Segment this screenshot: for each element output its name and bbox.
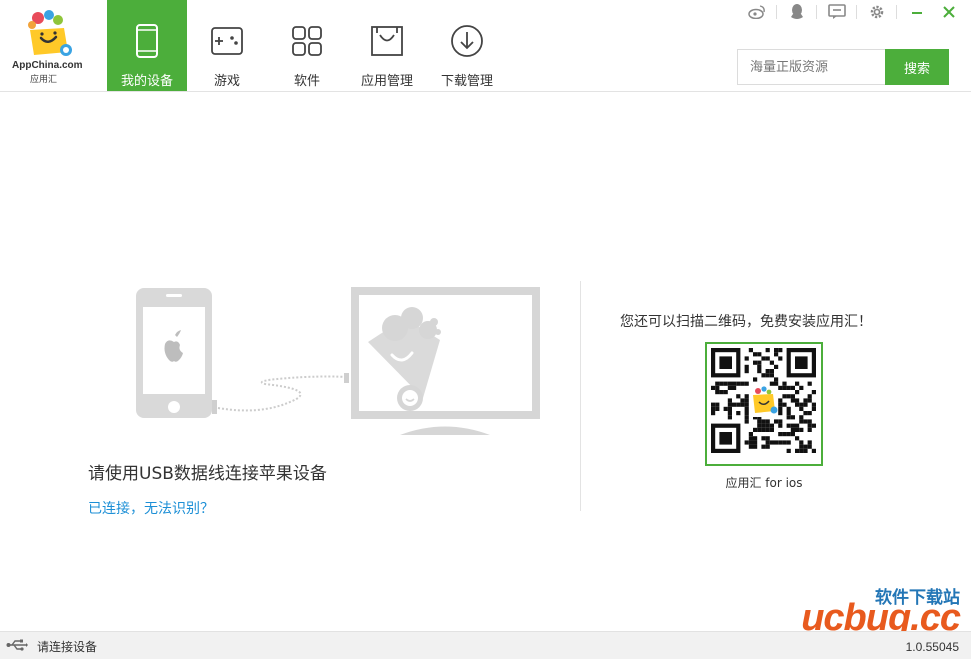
logo-subtext: 应用汇: [30, 75, 58, 85]
header: AppChina.com 应用汇 我的设备 游戏 软件 应用管理 下载管理 海量…: [0, 0, 971, 92]
gear-icon[interactable]: [864, 2, 889, 22]
tab-software[interactable]: 软件: [267, 0, 347, 91]
tab-my-device[interactable]: 我的设备: [107, 0, 187, 91]
bag-icon: [371, 26, 403, 56]
watermark: 软件下载站 ucbug.cc: [786, 583, 966, 639]
apps-grid-icon: [292, 26, 322, 56]
download-icon: [451, 25, 483, 57]
usb-icon: [6, 639, 28, 651]
iphone-illustration: [136, 288, 217, 418]
message-icon[interactable]: [824, 2, 849, 22]
search-button[interactable]: 搜索: [885, 49, 949, 85]
separator: [856, 5, 857, 19]
status-text: 请连接设备: [37, 640, 98, 654]
logo-text: AppChina.com: [12, 60, 83, 71]
logo-bag-icon: [28, 10, 72, 56]
tab-label: 下载管理: [440, 74, 493, 89]
version-text: 1.0.55045: [905, 640, 959, 654]
close-icon[interactable]: [936, 2, 961, 22]
gamepad-icon: [211, 27, 243, 55]
tab-download-management[interactable]: 下载管理: [427, 0, 507, 91]
tab-label: 软件: [293, 74, 320, 89]
qr-title: 您还可以扫描二维码，免费安装应用汇！: [620, 314, 872, 330]
main-nav: 我的设备 游戏 软件 应用管理 下载管理: [107, 0, 507, 91]
tab-label: 我的设备: [120, 74, 173, 89]
search-input[interactable]: [737, 49, 885, 85]
minimize-icon[interactable]: [904, 2, 929, 22]
qr-code: [705, 342, 823, 466]
qr-caption: 应用汇 for ios: [725, 476, 803, 490]
status-bar: 请连接设备 1.0.55045: [0, 631, 971, 659]
monitor-illustration: [351, 287, 540, 435]
search-bar: 搜索: [737, 49, 949, 85]
connect-hint-text: 请使用USB数据线连接苹果设备: [88, 464, 327, 484]
cannot-recognize-link[interactable]: 已连接，无法识别？: [88, 498, 214, 518]
tab-games[interactable]: 游戏: [187, 0, 267, 91]
qr-logo-icon: [750, 386, 778, 417]
weibo-icon[interactable]: [744, 2, 769, 22]
tab-label: 应用管理: [360, 74, 413, 89]
connect-device-illustration: [136, 287, 540, 435]
qq-icon[interactable]: [784, 2, 809, 22]
separator: [896, 5, 897, 19]
tab-app-management[interactable]: 应用管理: [347, 0, 427, 91]
window-controls: [737, 2, 961, 22]
qr-code-image: [711, 348, 816, 453]
separator: [816, 5, 817, 19]
vertical-divider: [580, 281, 581, 511]
phone-icon: [136, 24, 158, 58]
separator: [776, 5, 777, 19]
app-logo[interactable]: AppChina.com 应用汇: [8, 8, 98, 85]
tab-label: 游戏: [213, 74, 240, 89]
